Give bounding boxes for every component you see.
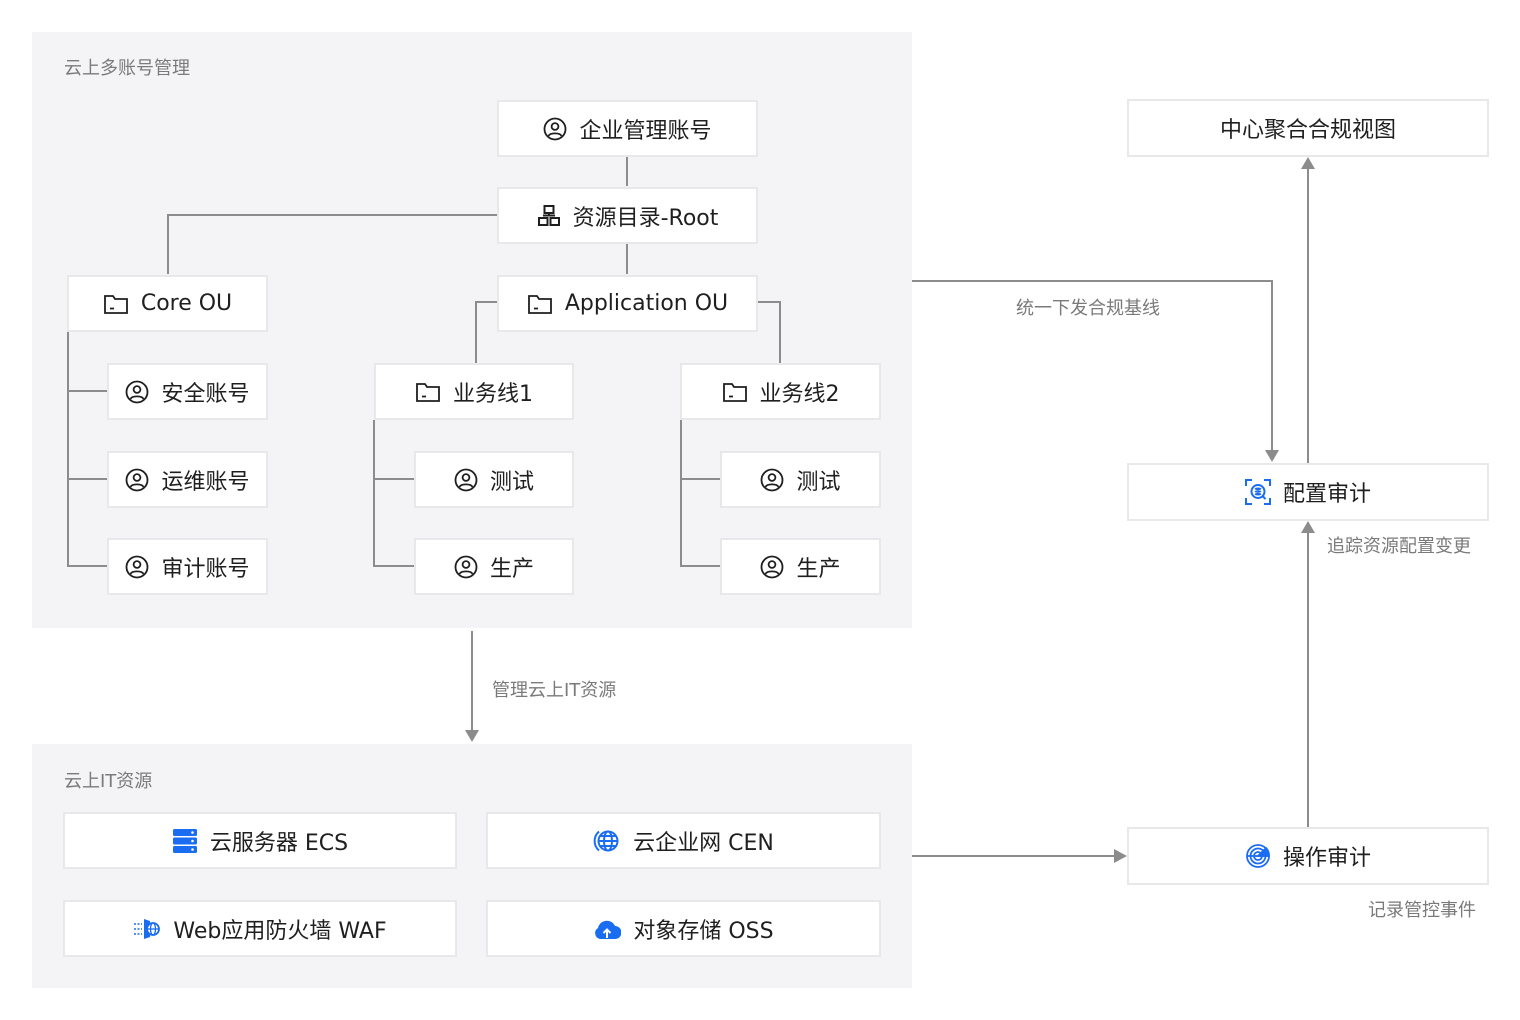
user-circle-icon <box>125 468 149 492</box>
it-resources-panel-title: 云上IT资源 <box>64 771 153 792</box>
core-account-audit[interactable]: 审计账号 <box>107 538 268 595</box>
resource-oss[interactable]: 对象存储 OSS <box>486 900 881 957</box>
application-ou-label: Application OU <box>564 291 729 316</box>
firewall-icon <box>133 916 161 942</box>
business-line-label: 业务线1 <box>453 381 533 407</box>
biz1-account-test[interactable]: 测试 <box>414 451 574 508</box>
application-ou-node[interactable]: Application OU <box>497 275 758 332</box>
resource-cen[interactable]: 云企业网 CEN <box>486 812 881 869</box>
central-compliance-view-label: 中心聚合合规视图 <box>1219 118 1396 143</box>
resource-waf[interactable]: Web应用防火墙 WAF <box>63 900 457 957</box>
multi-account-panel-title: 云上多账号管理 <box>64 58 190 79</box>
central-compliance-view-node[interactable]: 中心聚合合规视图 <box>1127 99 1489 157</box>
business-line-1-node[interactable]: 业务线1 <box>374 363 574 420</box>
resource-label: 对象存储 OSS <box>633 918 774 944</box>
config-audit-label: 配置审计 <box>1282 482 1371 507</box>
user-circle-icon <box>543 117 567 141</box>
user-circle-icon <box>125 555 149 579</box>
root-label: 资源目录-Root <box>572 205 719 231</box>
account-label: 安全账号 <box>161 381 250 407</box>
org-tree-icon <box>537 204 561 228</box>
business-line-2-node[interactable]: 业务线2 <box>680 363 881 420</box>
account-label: 测试 <box>489 469 534 495</box>
resource-label: 云企业网 CEN <box>633 830 774 856</box>
core-ou-label: Core OU <box>140 291 233 316</box>
edge-label-record-events: 记录管控事件 <box>1368 900 1476 921</box>
resource-label: 云服务器 ECS <box>209 830 349 856</box>
management-account-node[interactable]: 企业管理账号 <box>497 100 758 157</box>
business-line-label: 业务线2 <box>759 381 840 407</box>
arrowhead-action <box>1114 849 1127 863</box>
edge-label-manage-it: 管理云上IT资源 <box>492 680 617 701</box>
biz2-account-prod[interactable]: 生产 <box>720 538 881 595</box>
edge-label-track-changes: 追踪资源配置变更 <box>1327 536 1471 557</box>
core-ou-node[interactable]: Core OU <box>67 275 268 332</box>
action-audit-node[interactable]: 操作审计 <box>1127 827 1489 885</box>
resource-label: Web应用防火墙 WAF <box>173 918 387 944</box>
account-label: 运维账号 <box>161 469 250 495</box>
user-circle-icon <box>125 380 149 404</box>
server-icon <box>172 828 198 854</box>
arrowhead-config <box>1301 521 1315 533</box>
management-account-label: 企业管理账号 <box>579 118 712 144</box>
edge-label-baseline: 统一下发合规基线 <box>1016 298 1160 319</box>
arrowhead-baseline <box>1265 450 1279 462</box>
user-circle-icon <box>760 468 784 492</box>
user-circle-icon <box>760 555 784 579</box>
folder-icon <box>103 293 129 315</box>
account-label: 生产 <box>796 556 841 582</box>
config-audit-icon <box>1244 479 1271 505</box>
folder-icon <box>722 381 748 403</box>
folder-icon <box>527 293 553 315</box>
account-label: 生产 <box>489 556 534 582</box>
arrowhead-manage-it <box>465 730 479 742</box>
radar-icon <box>1245 843 1271 869</box>
user-circle-icon <box>454 555 478 579</box>
root-node[interactable]: 资源目录-Root <box>497 187 758 244</box>
arrowhead-central <box>1301 157 1315 169</box>
core-account-ops[interactable]: 运维账号 <box>107 451 268 508</box>
config-audit-node[interactable]: 配置审计 <box>1127 463 1489 521</box>
biz2-account-test[interactable]: 测试 <box>720 451 881 508</box>
resource-ecs[interactable]: 云服务器 ECS <box>63 812 457 869</box>
globe-network-icon <box>593 827 621 855</box>
user-circle-icon <box>454 468 478 492</box>
biz1-account-prod[interactable]: 生产 <box>414 538 574 595</box>
folder-icon <box>415 381 441 403</box>
cloud-upload-icon <box>593 917 622 941</box>
action-audit-label: 操作审计 <box>1282 846 1371 871</box>
core-account-security[interactable]: 安全账号 <box>107 363 268 420</box>
account-label: 审计账号 <box>161 556 250 582</box>
account-label: 测试 <box>796 469 841 495</box>
